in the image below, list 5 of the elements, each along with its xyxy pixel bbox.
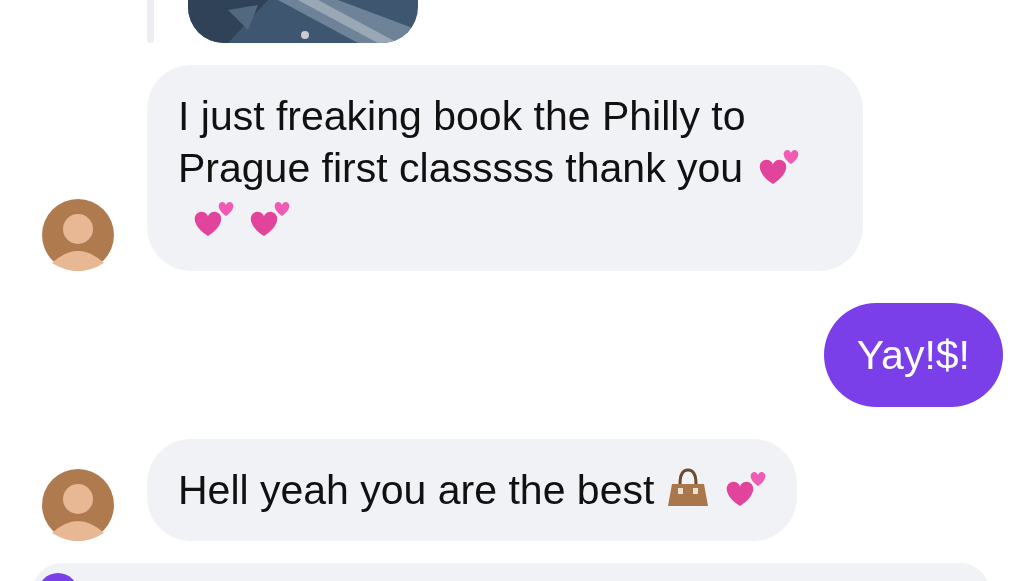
message-text: Yay!$!	[856, 332, 970, 378]
message-text: I just freaking book the Philly to Prague first classsss thank you	[178, 93, 746, 191]
avatar[interactable]	[42, 199, 114, 271]
avatar[interactable]	[42, 469, 114, 541]
message-text: Hell yeah you are the best	[178, 467, 655, 513]
